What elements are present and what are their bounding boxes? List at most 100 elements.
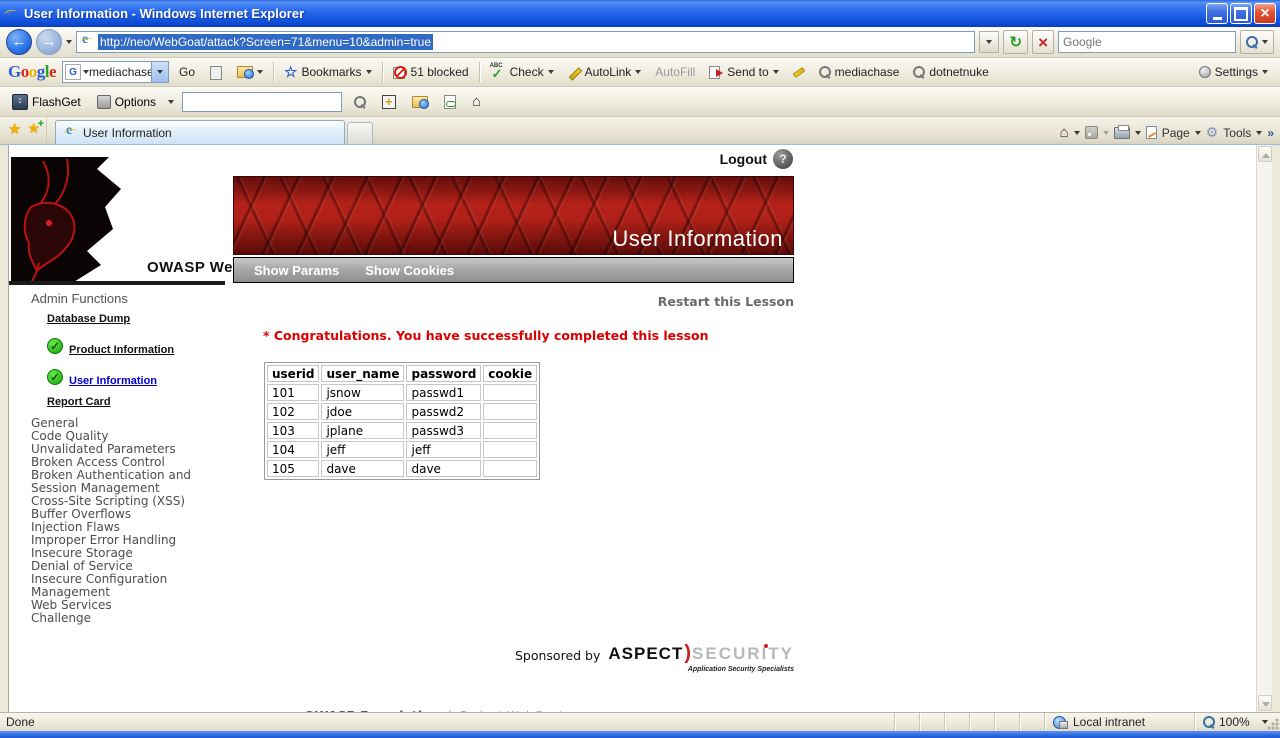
new-tab-button[interactable] [347,122,373,144]
sidebar-header-admin-functions[interactable]: Admin Functions [31,291,236,306]
zoom-icon [1203,716,1215,728]
toolbar-overflow-button[interactable] [1267,126,1274,140]
cell-userid: 102 [267,403,319,420]
highlighter-button[interactable] [789,68,809,77]
popup-blocker-button[interactable]: 51 blocked [389,63,473,81]
cell-cookie [483,422,537,439]
sidebar-link-user-information[interactable]: User Information [69,375,157,387]
cell-password: jeff [406,441,481,458]
options-icon [97,95,111,109]
sidebar-link-product-information[interactable]: Product Information [69,344,174,356]
home-button[interactable] [1060,124,1069,141]
flashget-folder-button[interactable] [408,94,432,110]
search-site-icon [209,66,223,79]
flashget-toolbar: FlashGet Options [0,87,1280,117]
forward-button[interactable] [36,29,62,55]
google-search-value[interactable]: mediachase [89,65,151,79]
spellcheck-button[interactable]: Check [486,62,558,82]
bookmarks-button[interactable]: Bookmarks [280,61,375,83]
sidebar-link-report-card[interactable]: Report Card [47,396,236,408]
stop-button[interactable] [1032,30,1054,54]
help-button[interactable] [773,149,793,169]
scroll-up-button[interactable] [1258,146,1272,162]
sidebar-category[interactable]: Broken Authentication and Session Manage… [31,469,236,495]
tab-favicon [64,126,78,140]
address-input[interactable]: http://neo/WebGoat/attack?Screen=71&menu… [76,31,975,53]
col-header-cookie: cookie [483,365,537,382]
flashget-capture-button[interactable] [378,93,400,111]
flashget-search-input[interactable] [182,92,342,112]
search-options-icon[interactable] [1262,40,1268,44]
show-params-button[interactable]: Show Params [254,263,339,278]
toolbar-separator [273,62,274,82]
google-search-dropdown[interactable] [151,62,168,82]
refresh-button[interactable] [1003,30,1028,54]
tab-user-information[interactable]: User Information [55,120,345,144]
google-go-button[interactable]: Go [175,63,199,81]
category-list: General Code Quality Unvalidated Paramet… [31,417,236,625]
recent-pages-dropdown-icon[interactable] [66,40,72,44]
dotnetnuke-search-button[interactable]: dotnetnuke [909,63,992,81]
autolink-button[interactable]: AutoLink [564,63,646,81]
page-dropdown-icon[interactable] [1195,131,1201,135]
cell-password: passwd2 [406,403,481,420]
flashget-search-icon [354,96,366,108]
table-row: 102 jdoe passwd2 [267,403,537,420]
add-favorite-button[interactable] [27,120,40,137]
search-input[interactable] [1063,35,1231,49]
sponsored-by-label: Sponsored by [515,648,600,663]
close-button[interactable] [1254,3,1276,24]
page-icon [80,35,94,49]
restart-lesson-link[interactable]: Restart this Lesson [658,294,794,309]
security-zone-pane: Local intranet [1044,713,1194,731]
send-to-button[interactable]: Send to [705,63,782,81]
minimize-button[interactable] [1206,3,1228,24]
flashget-home-button[interactable] [468,91,485,112]
flashget-options-button[interactable]: Options [93,93,160,111]
search-button[interactable] [1240,30,1274,54]
search-box[interactable] [1058,31,1236,53]
mediachase-search-button[interactable]: mediachase [815,63,904,81]
status-pane [1019,713,1044,731]
cell-user-name: jsnow [321,384,404,401]
flashget-link-button[interactable] [440,93,460,111]
status-pane [969,713,994,731]
flashget-button[interactable]: FlashGet [8,92,85,112]
status-pane [944,713,969,731]
local-intranet-icon [1053,716,1068,729]
favorites-button[interactable] [8,120,21,138]
lesson-complete-icon [47,369,63,385]
logout-button[interactable]: Logout [720,151,767,167]
sidebar-link-database-dump[interactable]: Database Dump [47,313,236,325]
search-web-button[interactable] [233,64,267,80]
back-button[interactable] [6,29,32,55]
maximize-button[interactable] [1230,3,1252,24]
vertical-scrollbar[interactable] [1256,145,1272,712]
page-menu-button[interactable]: Page [1162,126,1190,140]
address-dropdown-button[interactable] [979,31,999,53]
resize-grip[interactable] [1266,717,1279,730]
search-web-icon [237,66,253,78]
sidebar-category[interactable]: Insecure Configuration Management [31,573,236,599]
lesson-menu-bar: Show Params Show Cookies [233,257,794,283]
webgoat-goat-logo [9,157,159,285]
feeds-button[interactable] [1085,126,1098,139]
show-cookies-button[interactable]: Show Cookies [365,263,454,278]
print-dropdown-icon[interactable] [1135,131,1141,135]
settings-button[interactable]: Settings [1195,63,1272,81]
home-dropdown-icon[interactable] [1074,131,1080,135]
tools-menu-button[interactable]: Tools [1223,126,1251,140]
print-button[interactable] [1114,127,1130,139]
scroll-down-button[interactable] [1258,695,1272,711]
flashget-search-button[interactable] [350,94,370,110]
sidebar-category[interactable]: Challenge [31,612,236,625]
tools-dropdown-icon[interactable] [1256,131,1262,135]
flashget-options-dropdown-icon[interactable] [168,100,174,104]
page-menu-icon [1146,126,1157,139]
google-search-combo[interactable]: mediachase [62,61,169,83]
refresh-icon [1009,33,1022,51]
cell-password: passwd1 [406,384,481,401]
lesson-title: User Information [612,226,783,252]
feeds-dropdown-icon [1103,131,1109,135]
search-site-button[interactable] [205,64,227,81]
